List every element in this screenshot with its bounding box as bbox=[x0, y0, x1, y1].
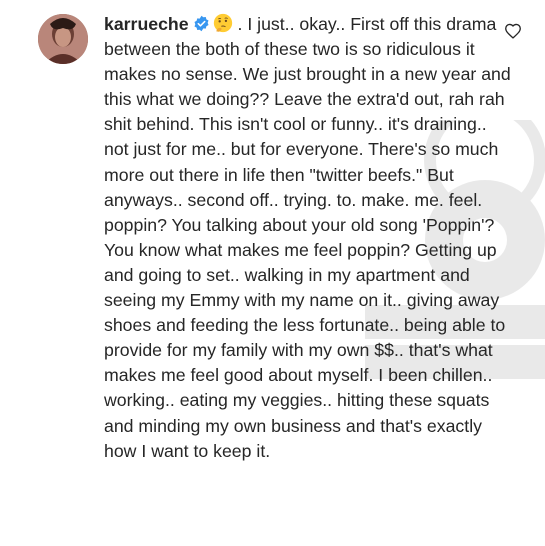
username-link[interactable]: karrueche bbox=[104, 14, 189, 34]
instagram-comment: karrueche . I just.. okay.. First off th… bbox=[38, 12, 545, 542]
comment-text-block: karrueche . I just.. okay.. First off th… bbox=[104, 12, 514, 464]
thinking-face-emoji bbox=[213, 13, 232, 33]
verified-badge-icon bbox=[194, 15, 209, 32]
heart-outline-icon[interactable] bbox=[504, 23, 522, 39]
comment-text: . I just.. okay.. First off this drama b… bbox=[104, 14, 516, 461]
avatar[interactable] bbox=[38, 14, 88, 64]
